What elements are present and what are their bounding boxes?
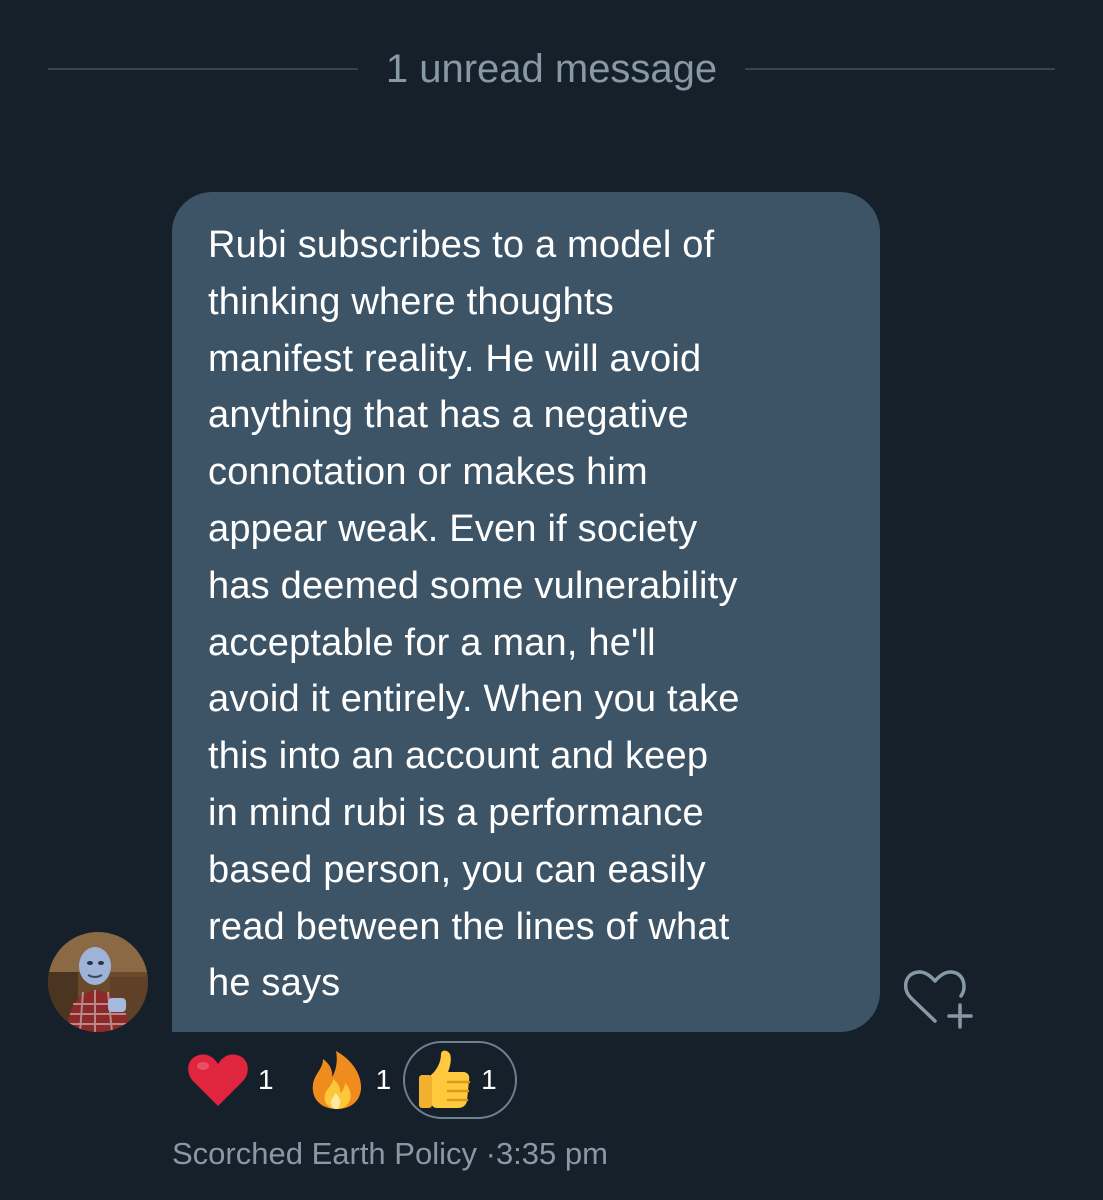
heart-plus-icon xyxy=(904,970,973,1029)
add-reaction-button[interactable] xyxy=(902,965,978,1033)
unread-divider: 1 unread message xyxy=(48,44,1056,94)
message-line: anything that has a negative xyxy=(208,394,689,437)
unread-label: 1 unread message xyxy=(385,47,718,91)
message-time: 3:35 pm xyxy=(495,1136,608,1171)
divider-line-left xyxy=(48,68,358,70)
message-line: in mind rubi is a performance xyxy=(208,791,704,834)
sender-avatar[interactable] xyxy=(48,932,148,1032)
meta-separator: · xyxy=(485,1136,496,1171)
red-heart-icon xyxy=(188,1054,248,1106)
message-line: avoid it entirely. When you take xyxy=(208,678,740,721)
divider-line-right xyxy=(745,68,1056,70)
message-line: appear weak. Even if society xyxy=(208,507,698,550)
thumbs-up-icon xyxy=(419,1050,471,1108)
avatar-image xyxy=(48,932,148,1032)
message-line: acceptable for a man, he'll xyxy=(208,621,656,664)
reaction-count: 1 xyxy=(375,1064,392,1095)
message-line: this into an account and keep xyxy=(208,735,709,778)
message-bubble[interactable]: Rubi subscribes to a model of thinking w… xyxy=(172,192,880,1032)
message-line: manifest reality. He will avoid xyxy=(208,337,702,380)
message-line: Rubi subscribes to a model of xyxy=(208,224,715,266)
reaction-thumbs-up[interactable]: 1 xyxy=(403,1041,517,1119)
reaction-count: 1 xyxy=(258,1064,274,1095)
reaction-fire[interactable]: 1 xyxy=(306,1041,392,1119)
message-line: read between the lines of what xyxy=(208,905,730,948)
message-line: he says xyxy=(208,962,341,1005)
sender-name[interactable]: Scorched Earth Policy xyxy=(172,1136,477,1171)
reaction-count: 1 xyxy=(481,1064,497,1095)
message-line: thinking where thoughts xyxy=(208,280,614,323)
reaction-heart[interactable]: 1 xyxy=(186,1041,274,1119)
fire-icon xyxy=(312,1051,361,1109)
message-line: based person, you can easily xyxy=(208,848,706,891)
message-line: connotation or makes him xyxy=(208,451,648,494)
message-line: has deemed some vulnerability xyxy=(208,564,738,607)
reactions-row: 1 1 1 xyxy=(180,1040,517,1120)
message-meta: Scorched Earth Policy ·3:35 pm xyxy=(172,1132,608,1176)
